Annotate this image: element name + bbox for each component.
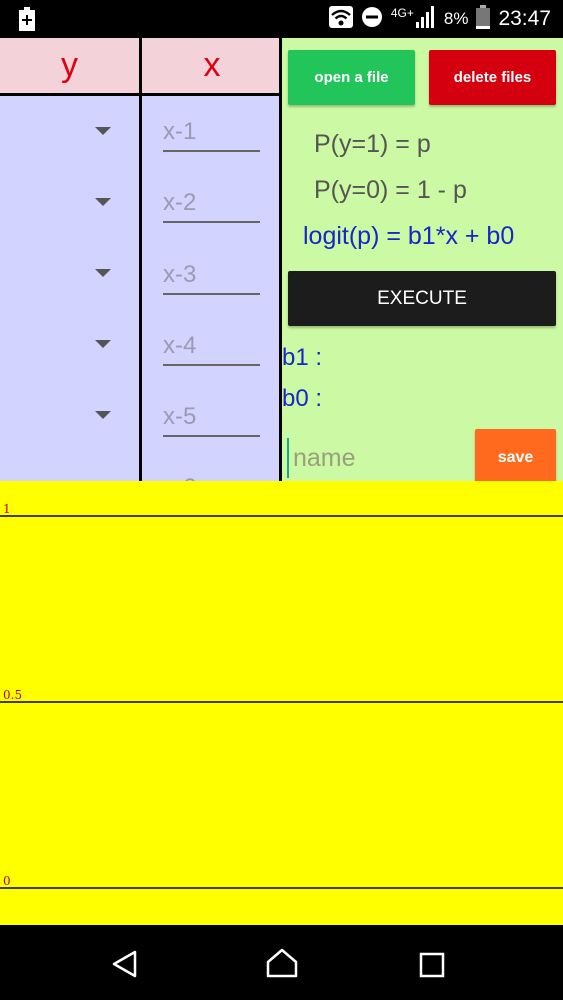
- navigation-bar: [0, 925, 563, 1000]
- y-dropdown-3[interactable]: [95, 269, 111, 277]
- x-input-1[interactable]: x-1: [163, 116, 260, 152]
- back-icon[interactable]: [110, 949, 140, 979]
- open-file-button[interactable]: open a file: [288, 50, 415, 105]
- column-divider: [139, 38, 142, 481]
- status-bar: 4G+ 8% 23:47: [0, 0, 563, 38]
- x-input-2[interactable]: x-2: [163, 187, 260, 223]
- data-table: y x x-1 x-2 x-3 x-4 x-5 x-6: [0, 38, 282, 481]
- execute-button[interactable]: EXECUTE: [288, 271, 556, 326]
- x-input-5[interactable]: x-5: [163, 401, 260, 437]
- x-input-3[interactable]: x-3: [163, 259, 260, 295]
- b1-result: b1 :: [282, 344, 323, 371]
- battery-saver-icon: [18, 7, 36, 35]
- y-dropdown-4[interactable]: [95, 340, 111, 348]
- y-dropdown-2[interactable]: [95, 198, 111, 206]
- y-tick-label: 0.5: [3, 688, 22, 702]
- delete-files-button[interactable]: delete files: [429, 50, 556, 105]
- y-dropdown-5[interactable]: [95, 411, 111, 419]
- formula-logit: logit(p) = b1*x + b0: [303, 222, 515, 250]
- signal-icon: [415, 6, 436, 32]
- y-tick-label: 0: [3, 874, 11, 888]
- formula-p-y1: P(y=1) = p: [314, 130, 431, 158]
- do-not-disturb-icon: [361, 6, 383, 32]
- header-y: y: [0, 38, 139, 96]
- battery-icon: [476, 5, 491, 33]
- b0-result: b0 :: [282, 385, 323, 412]
- name-input[interactable]: [287, 438, 463, 478]
- chart-canvas: 10.50: [0, 502, 563, 889]
- control-panel: open a file delete files P(y=1) = p P(y=…: [282, 38, 563, 481]
- clock: 23:47: [498, 7, 551, 30]
- formula-p-y0: P(y=0) = 1 - p: [314, 176, 467, 204]
- header-x: x: [142, 38, 282, 96]
- x-input-6[interactable]: x-6: [163, 472, 260, 481]
- y-dropdown-1[interactable]: [95, 127, 111, 135]
- y-tick-label: 1: [3, 502, 11, 516]
- probability-chart: 1 0.5 0: [0, 481, 563, 925]
- home-icon[interactable]: [265, 947, 299, 979]
- save-button[interactable]: save: [475, 429, 556, 481]
- wifi-icon: [328, 6, 353, 32]
- network-type: 4G+: [390, 6, 414, 20]
- battery-percent: 8%: [443, 9, 469, 28]
- recents-icon[interactable]: [419, 952, 445, 978]
- x-input-4[interactable]: x-4: [163, 330, 260, 366]
